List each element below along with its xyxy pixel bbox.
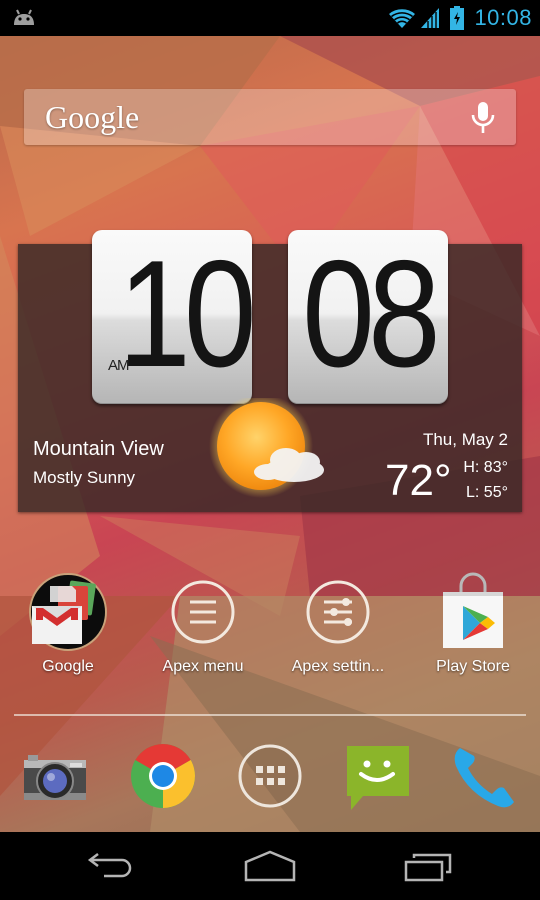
app-drawer-icon [238, 744, 302, 808]
cell-signal-icon [421, 8, 440, 29]
hour-flip-card[interactable]: 10 AM [92, 229, 257, 404]
phone-icon [454, 748, 514, 808]
minute-digits: 08 [302, 229, 441, 399]
home-screen-wallpaper: Google 10 AM 08 Mountain View Mostly Sun… [0, 36, 540, 832]
dock-phone[interactable] [446, 738, 522, 814]
messaging-icon [347, 746, 409, 810]
google-logo: Google [45, 99, 140, 135]
battery-charging-icon [450, 6, 465, 30]
app-apex-settings[interactable]: Apex settin... [278, 572, 398, 676]
status-clock: 10:08 [474, 5, 532, 30]
recents-button[interactable] [398, 848, 458, 884]
dock-messaging[interactable] [339, 738, 415, 814]
status-bar[interactable]: 10:08 [0, 0, 540, 36]
app-label: Google [42, 658, 94, 675]
home-button[interactable] [240, 848, 300, 884]
app-label: Play Store [436, 658, 510, 675]
chrome-icon [131, 744, 195, 808]
google-search-bar[interactable]: Google [24, 89, 516, 145]
apex-settings-icon [298, 572, 378, 652]
dock-divider [14, 714, 526, 716]
app-label: Apex settin... [291, 658, 385, 675]
weather-clock-widget[interactable]: 10 AM 08 Mountain View Mostly Sunny Thu,… [18, 230, 522, 512]
high-temperature: H: 83° [463, 459, 508, 476]
meridiem-label: AM [108, 357, 129, 374]
weather-condition: Mostly Sunny [33, 468, 136, 487]
current-temperature: 72° [385, 456, 452, 505]
wifi-icon [389, 9, 416, 28]
weather-city: Mountain View [33, 438, 164, 460]
android-debug-icon [14, 9, 34, 25]
mic-icon[interactable] [470, 102, 496, 134]
dock-camera[interactable] [18, 738, 94, 814]
google-folder-icon [28, 572, 108, 652]
app-google-folder[interactable]: Google [8, 572, 128, 676]
app-label: Apex menu [162, 658, 244, 675]
low-temperature: L: 55° [466, 484, 508, 501]
play-store-icon [433, 572, 513, 652]
weather-date: Thu, May 2 [422, 430, 508, 449]
dock-app-drawer[interactable] [232, 738, 308, 814]
sun-cloud-icon [209, 398, 324, 498]
navigation-bar [0, 832, 540, 900]
app-play-store[interactable]: Play Store [413, 572, 533, 676]
back-button[interactable] [82, 848, 142, 884]
minute-flip-card[interactable]: 08 [288, 230, 448, 404]
camera-icon [24, 755, 86, 800]
hour-digits: 10 [118, 229, 257, 399]
app-apex-menu[interactable]: Apex menu [143, 572, 263, 676]
dock-chrome[interactable] [125, 738, 201, 814]
apex-menu-icon [163, 572, 243, 652]
